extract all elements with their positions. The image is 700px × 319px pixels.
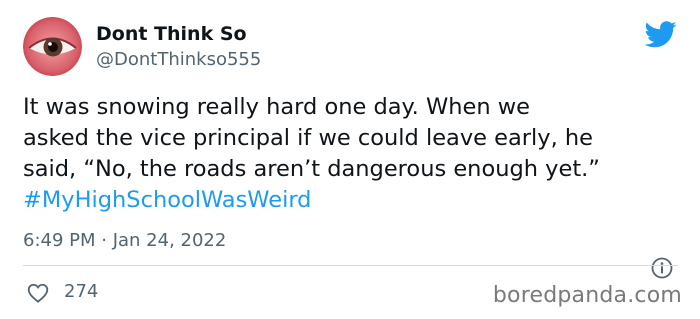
heart-icon[interactable] xyxy=(27,283,49,303)
user-handle[interactable]: @DontThinkso555 xyxy=(96,49,261,70)
display-name[interactable]: Dont Think So xyxy=(96,23,247,45)
divider xyxy=(23,265,678,266)
eye-avatar-image xyxy=(23,17,82,76)
info-icon[interactable] xyxy=(651,257,673,279)
tweet-text-line: said, “No, the roads aren’t dangerous en… xyxy=(23,156,600,182)
watermark: boredpanda.com xyxy=(492,283,682,308)
tweet-text-line: asked the vice principal if we could lea… xyxy=(23,125,594,151)
twitter-bird-icon[interactable] xyxy=(644,21,677,48)
tweet-text-line: It was snowing really hard one day. When… xyxy=(23,94,530,120)
like-count: 274 xyxy=(64,281,99,302)
avatar[interactable] xyxy=(23,17,82,76)
tweet-timestamp[interactable]: 6:49 PM · Jan 24, 2022 xyxy=(23,230,226,251)
tweet-text: It was snowing really hard one day. When… xyxy=(23,92,683,216)
hashtag-link[interactable]: #MyHighSchoolWasWeird xyxy=(23,185,683,216)
